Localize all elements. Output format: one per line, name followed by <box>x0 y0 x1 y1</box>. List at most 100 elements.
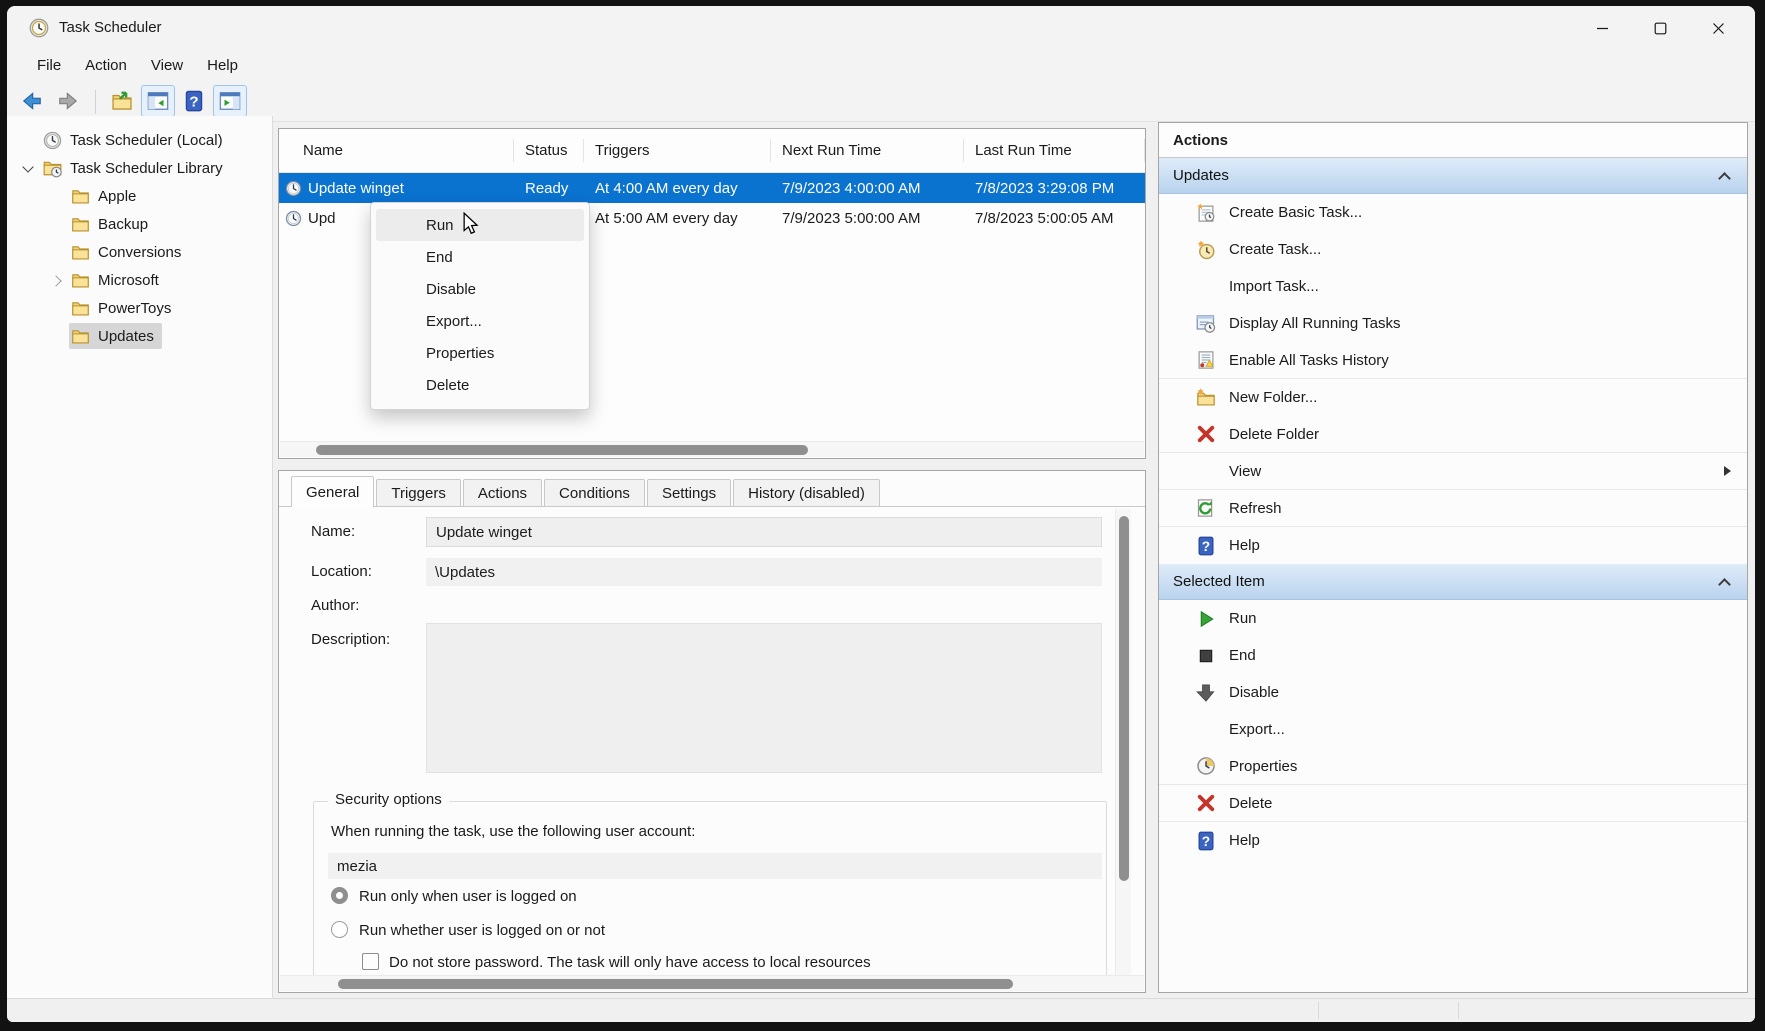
scrollbar-thumb[interactable] <box>338 979 1013 989</box>
tree-item[interactable]: Task Scheduler (Local) <box>7 126 272 154</box>
new-folder-icon <box>1196 388 1216 408</box>
task-name: Update winget <box>308 180 404 197</box>
close-button[interactable] <box>1689 6 1747 50</box>
column-header[interactable]: Name <box>279 129 514 172</box>
column-header[interactable]: Status <box>514 129 584 172</box>
action-item[interactable]: Create Task... <box>1159 231 1747 268</box>
toolbar-button[interactable] <box>15 85 49 117</box>
checkbox-do-not-store-password-label[interactable]: Do not store password. The task will onl… <box>389 954 871 971</box>
action-item[interactable]: Delete <box>1159 785 1747 822</box>
toolbar-button[interactable] <box>51 85 85 117</box>
action-item[interactable]: Delete Folder <box>1159 416 1747 453</box>
collapse-chevron-icon[interactable] <box>1718 172 1731 185</box>
context-menu-item[interactable]: Delete <box>376 369 584 401</box>
menu-item[interactable]: File <box>25 54 73 77</box>
tab[interactable]: Settings <box>647 479 731 506</box>
details-horizontal-scrollbar[interactable] <box>280 975 1144 991</box>
tree-expander-icon[interactable] <box>51 247 61 257</box>
tab[interactable]: Actions <box>463 479 542 506</box>
tree-item-body[interactable]: Conversions <box>69 239 189 265</box>
toolbar-button[interactable]: ? <box>177 85 211 117</box>
tab[interactable]: Conditions <box>544 479 645 506</box>
action-item[interactable]: ? Help <box>1159 527 1747 564</box>
scrollbar-thumb[interactable] <box>1119 516 1129 881</box>
toolbar-button[interactable] <box>105 85 139 117</box>
task-last-run: 7/8/2023 5:00:05 AM <box>964 210 1145 227</box>
action-item[interactable]: Create Basic Task... <box>1159 194 1747 231</box>
action-item[interactable]: New Folder... <box>1159 379 1747 416</box>
actions-group-header-updates[interactable]: Updates <box>1159 158 1747 194</box>
toolbar-button[interactable] <box>213 85 247 117</box>
toolbar-button[interactable] <box>141 85 175 117</box>
task-last-run: 7/8/2023 3:29:08 PM <box>964 180 1145 197</box>
tree-item[interactable]: Task Scheduler Library <box>7 154 272 182</box>
name-field[interactable]: Update winget <box>426 517 1102 547</box>
tree-item-body[interactable]: PowerToys <box>69 295 179 321</box>
maximize-button[interactable] <box>1631 6 1689 50</box>
action-item[interactable]: Properties <box>1159 748 1747 785</box>
column-header[interactable]: Next Run Time <box>771 129 964 172</box>
radio-run-only-logged-on-label[interactable]: Run only when user is logged on <box>359 888 577 905</box>
task-triggers: At 4:00 AM every day <box>584 180 771 197</box>
action-item[interactable]: Import Task... <box>1159 268 1747 305</box>
library-folder-icon <box>43 159 62 178</box>
scrollbar-thumb[interactable] <box>316 445 808 455</box>
tree-expander-icon[interactable] <box>51 303 61 313</box>
menu-item[interactable]: Action <box>73 54 139 77</box>
details-vertical-scrollbar[interactable] <box>1115 509 1131 976</box>
tree-item[interactable]: Backup <box>7 210 272 238</box>
console-tree-toggle-icon <box>147 90 169 112</box>
location-field: \Updates <box>426 558 1102 586</box>
action-item[interactable]: ? Help <box>1159 822 1747 859</box>
user-account-field[interactable]: mezia <box>328 853 1102 879</box>
tree-item[interactable]: PowerToys <box>7 294 272 322</box>
menu-item[interactable]: View <box>139 54 195 77</box>
action-item[interactable]: End <box>1159 637 1747 674</box>
tab[interactable]: Triggers <box>376 479 460 506</box>
tree-expander-icon[interactable] <box>23 163 33 173</box>
action-item[interactable]: Refresh <box>1159 490 1747 527</box>
tab-label: Conditions <box>559 485 630 502</box>
tree-expander-icon[interactable] <box>51 331 61 341</box>
tree-item[interactable]: Updates <box>7 322 272 350</box>
collapse-chevron-icon[interactable] <box>1718 578 1731 591</box>
tree-item[interactable]: Microsoft <box>7 266 272 294</box>
tab[interactable]: History (disabled) <box>733 479 880 506</box>
column-header[interactable]: Last Run Time <box>964 129 1145 172</box>
tree-expander-icon[interactable] <box>51 191 61 201</box>
minimize-button[interactable] <box>1573 6 1631 50</box>
action-item[interactable]: Export... <box>1159 711 1747 748</box>
radio-run-whether-label[interactable]: Run whether user is logged on or not <box>359 922 605 939</box>
tree-item-body[interactable]: Apple <box>69 183 144 209</box>
task-list-horizontal-scrollbar[interactable] <box>280 441 1144 457</box>
tree-item-body[interactable]: Microsoft <box>69 267 167 293</box>
tree-expander-icon[interactable] <box>51 275 61 285</box>
menu-item[interactable]: Help <box>195 54 250 77</box>
tree-item-body[interactable]: Updates <box>69 323 162 349</box>
action-item[interactable]: Disable <box>1159 674 1747 711</box>
radio-run-only-logged-on[interactable] <box>331 887 348 904</box>
action-item[interactable]: View <box>1159 453 1747 490</box>
action-item[interactable]: Run <box>1159 600 1747 637</box>
tree-item[interactable]: Conversions <box>7 238 272 266</box>
task-row[interactable]: Update winget Ready At 4:00 AM every day… <box>279 173 1145 203</box>
context-menu-item[interactable]: Disable <box>376 273 584 305</box>
action-item[interactable]: Enable All Tasks History <box>1159 342 1747 379</box>
status-bar-divider <box>1458 1002 1459 1019</box>
context-menu-item[interactable]: End <box>376 241 584 273</box>
actions-group-header-selected-item[interactable]: Selected Item <box>1159 564 1747 600</box>
tree-item-body[interactable]: Backup <box>69 211 156 237</box>
tree-expander-icon[interactable] <box>51 219 61 229</box>
action-item[interactable]: Display All Running Tasks <box>1159 305 1747 342</box>
context-menu-item[interactable]: Export... <box>376 305 584 337</box>
column-header[interactable]: Triggers <box>584 129 771 172</box>
tree-item-body[interactable]: Task Scheduler (Local) <box>41 127 231 153</box>
checkbox-do-not-store-password[interactable] <box>362 953 379 970</box>
context-menu-item[interactable]: Properties <box>376 337 584 369</box>
description-field[interactable] <box>426 623 1102 773</box>
radio-run-whether[interactable] <box>331 921 348 938</box>
tree-item-body[interactable]: Task Scheduler Library <box>41 155 231 181</box>
tree-item[interactable]: Apple <box>7 182 272 210</box>
tree-expander-icon[interactable] <box>23 135 33 145</box>
tab[interactable]: General <box>291 476 374 507</box>
